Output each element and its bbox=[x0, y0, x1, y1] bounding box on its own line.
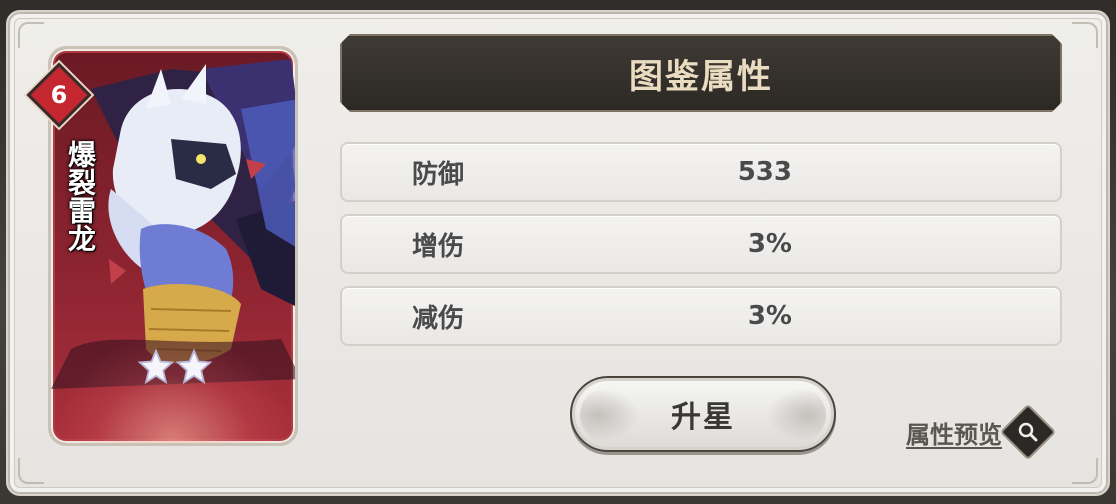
stat-value: 3% bbox=[747, 229, 792, 259]
stat-row-defense: 防御 533 bbox=[340, 142, 1062, 202]
attribute-preview-link[interactable]: 属性预览 bbox=[906, 403, 1057, 461]
button-ornament bbox=[580, 388, 640, 442]
stat-row-damage-bonus: 增伤 3% bbox=[340, 214, 1062, 274]
level-number: 6 bbox=[50, 81, 68, 109]
stat-value: 3% bbox=[747, 301, 792, 331]
magnifier-icon[interactable] bbox=[999, 403, 1057, 461]
attribute-preview-label: 属性预览 bbox=[906, 420, 1002, 449]
corner-ornament bbox=[18, 22, 44, 48]
page-title: 图鉴属性 bbox=[629, 56, 773, 97]
stat-value: 533 bbox=[737, 157, 792, 187]
stat-label: 增伤 bbox=[412, 231, 465, 262]
character-name: 爆裂雷龙 bbox=[64, 140, 97, 252]
corner-ornament bbox=[1072, 22, 1098, 48]
upgrade-star-label: 升星 bbox=[671, 400, 735, 435]
upgrade-star-button[interactable]: 升星 bbox=[570, 376, 836, 452]
star-rating bbox=[138, 348, 212, 384]
star-icon bbox=[176, 348, 212, 384]
star-icon bbox=[138, 348, 174, 384]
corner-ornament bbox=[1072, 458, 1098, 484]
stat-label: 减伤 bbox=[412, 303, 465, 334]
button-ornament bbox=[766, 388, 826, 442]
stat-row-damage-reduction: 减伤 3% bbox=[340, 286, 1062, 346]
corner-ornament bbox=[18, 458, 44, 484]
stat-label: 防御 bbox=[412, 159, 465, 190]
